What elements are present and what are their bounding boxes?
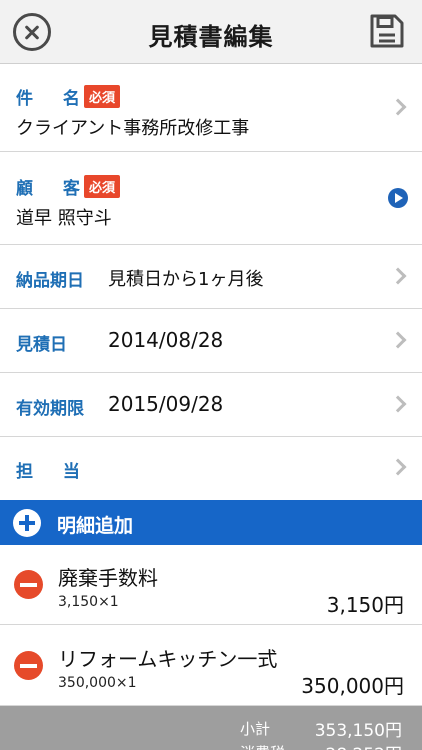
save-icon[interactable]: [370, 14, 404, 48]
field-label: 件 名: [16, 89, 92, 109]
minus-circle-icon[interactable]: [14, 570, 43, 599]
field-delivery-date[interactable]: 納品期日 見積日から1ヶ月後: [0, 245, 422, 309]
chevron-right-icon: [389, 395, 407, 413]
tax-label: 消費税: [240, 742, 285, 750]
chevron-right-icon: [389, 331, 407, 349]
required-badge: 必須: [84, 85, 121, 108]
field-subject[interactable]: 件 名 必須 クライアント事務所改修工事: [0, 64, 422, 152]
field-label: 見積日: [16, 335, 67, 355]
field-value: 2014/08/28: [108, 328, 224, 352]
chevron-right-icon: [389, 98, 407, 116]
list-item[interactable]: リフォームキッチン一式 350,000×1 350,000円: [0, 626, 422, 706]
plus-circle-icon: [13, 509, 41, 537]
nav-bar: 見積書編集: [0, 0, 422, 64]
play-circle-icon[interactable]: [388, 188, 408, 208]
item-amount: 350,000円: [301, 674, 404, 698]
field-value: 2015/09/28: [108, 392, 224, 416]
add-detail-button[interactable]: 明細追加: [0, 500, 422, 545]
list-item[interactable]: 廃棄手数料 3,150×1 3,150円: [0, 545, 422, 625]
item-name: リフォームキッチン一式: [58, 647, 278, 671]
field-label: 顧 客: [16, 179, 92, 199]
item-quantity: 3,150×1: [58, 594, 119, 610]
field-value: クライアント事務所改修工事: [16, 118, 250, 139]
field-label: 有効期限: [16, 399, 84, 419]
field-expiry-date[interactable]: 有効期限 2015/09/28: [0, 373, 422, 437]
subtotal-label: 小計: [240, 720, 271, 738]
required-badge: 必須: [84, 175, 121, 198]
totals-bar: 小計 353,150円 消費税 28,252円: [0, 706, 422, 750]
minus-circle-icon[interactable]: [14, 651, 43, 680]
field-value: 見積日から1ヶ月後: [108, 269, 264, 290]
item-amount: 3,150円: [326, 593, 404, 617]
field-customer[interactable]: 顧 客 必須 道早 照守斗: [0, 152, 422, 245]
page-title: 見積書編集: [148, 23, 274, 51]
field-label: 担 当: [16, 462, 92, 482]
item-quantity: 350,000×1: [58, 675, 137, 691]
chevron-right-icon: [389, 458, 407, 476]
add-detail-label: 明細追加: [57, 515, 134, 537]
subtotal-value: 353,150円: [314, 721, 402, 741]
item-name: 廃棄手数料: [58, 566, 158, 590]
chevron-right-icon: [389, 267, 407, 285]
field-label: 納品期日: [16, 271, 84, 291]
field-estimate-date[interactable]: 見積日 2014/08/28: [0, 309, 422, 373]
tax-value: 28,252円: [326, 740, 402, 750]
field-value: 道早 照守斗: [16, 208, 112, 229]
field-staff[interactable]: 担 当: [0, 437, 422, 500]
